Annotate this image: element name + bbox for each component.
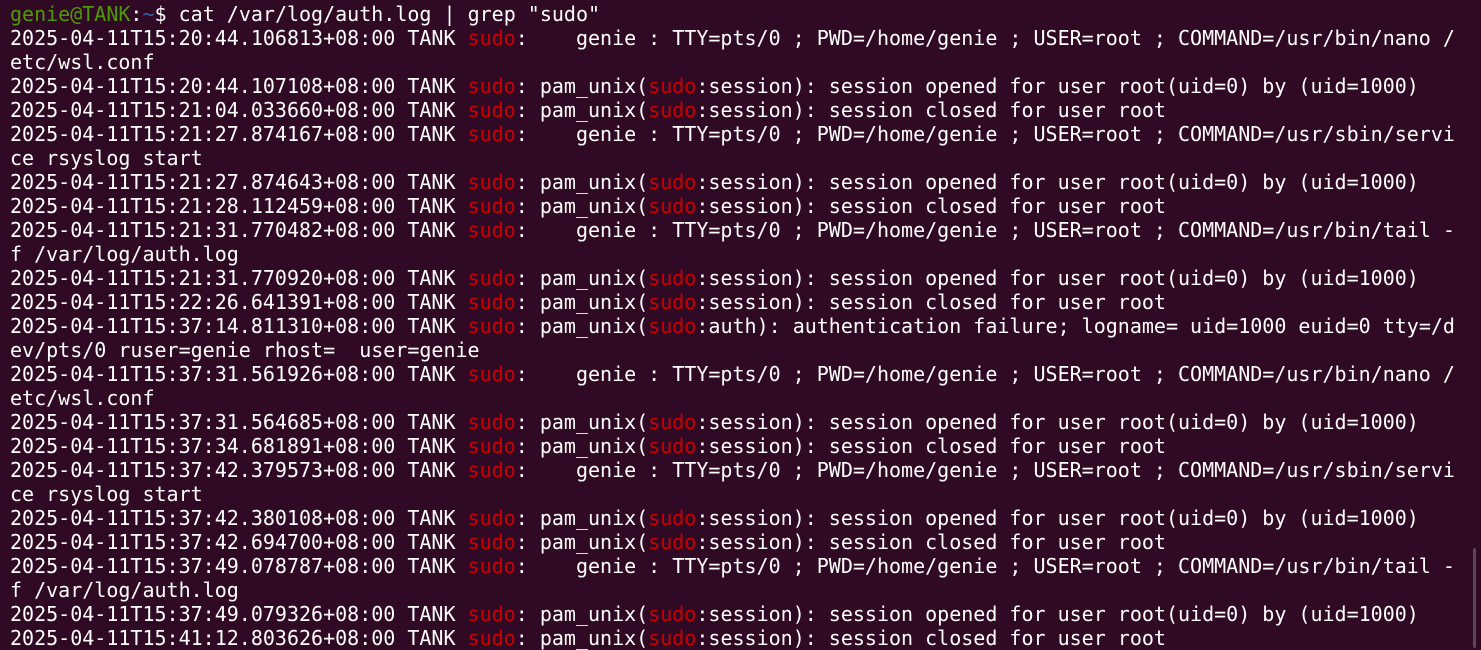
grep-match: sudo: [648, 434, 697, 458]
log-line: 2025-04-11T15:21:31.770920+08:00 TANK su…: [10, 266, 1419, 290]
grep-match: sudo: [648, 194, 697, 218]
scrollbar-thumb[interactable]: [1473, 548, 1476, 648]
log-line: 2025-04-11T15:37:42.379573+08:00 TANK su…: [10, 458, 1455, 482]
log-line: 2025-04-11T15:37:34.681891+08:00 TANK su…: [10, 434, 1166, 458]
log-line: 2025-04-11T15:37:49.078787+08:00 TANK su…: [10, 554, 1455, 578]
grep-match: sudo: [467, 434, 516, 458]
grep-match: sudo: [648, 74, 697, 98]
log-line: 2025-04-11T15:22:26.641391+08:00 TANK su…: [10, 290, 1166, 314]
log-line: f /var/log/auth.log: [10, 242, 239, 266]
prompt-colon: :: [130, 2, 143, 26]
log-line: 2025-04-11T15:21:27.874643+08:00 TANK su…: [10, 170, 1419, 194]
grep-match: sudo: [467, 410, 516, 434]
log-line: 2025-04-11T15:21:28.112459+08:00 TANK su…: [10, 194, 1166, 218]
log-line: 2025-04-11T15:37:42.380108+08:00 TANK su…: [10, 506, 1419, 530]
grep-match: sudo: [648, 314, 697, 338]
terminal-window[interactable]: genie@TANK:~$ cat /var/log/auth.log | gr…: [0, 0, 1481, 650]
grep-match: sudo: [467, 218, 516, 242]
log-line: etc/wsl.conf: [10, 50, 155, 74]
log-line: 2025-04-11T15:21:04.033660+08:00 TANK su…: [10, 98, 1166, 122]
grep-match: sudo: [467, 170, 516, 194]
grep-match: sudo: [467, 458, 516, 482]
grep-match: sudo: [467, 530, 516, 554]
grep-match: sudo: [467, 362, 516, 386]
grep-match: sudo: [467, 122, 516, 146]
grep-match: sudo: [648, 626, 697, 650]
log-line: 2025-04-11T15:20:44.107108+08:00 TANK su…: [10, 74, 1419, 98]
prompt-user-host: genie@TANK: [10, 2, 131, 26]
prompt-line: genie@TANK:~$ cat /var/log/auth.log | gr…: [10, 2, 1481, 26]
log-line: 2025-04-11T15:41:12.803626+08:00 TANK su…: [10, 626, 1166, 650]
grep-match: sudo: [467, 74, 516, 98]
grep-match: sudo: [467, 266, 516, 290]
grep-match: sudo: [648, 602, 697, 626]
log-line: 2025-04-11T15:21:27.874167+08:00 TANK su…: [10, 122, 1455, 146]
log-line: f /var/log/auth.log: [10, 578, 239, 602]
prompt-path: ~: [142, 2, 155, 26]
grep-match: sudo: [648, 530, 697, 554]
log-line: ce rsyslog start: [10, 482, 203, 506]
grep-match: sudo: [648, 266, 697, 290]
log-line: ce rsyslog start: [10, 146, 203, 170]
grep-match: sudo: [467, 290, 516, 314]
log-line: 2025-04-11T15:37:42.694700+08:00 TANK su…: [10, 530, 1166, 554]
grep-match: sudo: [648, 170, 697, 194]
log-line: etc/wsl.conf: [10, 386, 155, 410]
log-line: 2025-04-11T15:37:31.564685+08:00 TANK su…: [10, 410, 1419, 434]
log-line: 2025-04-11T15:37:14.811310+08:00 TANK su…: [10, 314, 1455, 338]
grep-match: sudo: [467, 554, 516, 578]
log-line: 2025-04-11T15:37:49.079326+08:00 TANK su…: [10, 602, 1419, 626]
log-line: 2025-04-11T15:21:31.770482+08:00 TANK su…: [10, 218, 1455, 242]
grep-match: sudo: [648, 410, 697, 434]
grep-match: sudo: [467, 626, 516, 650]
grep-match: sudo: [467, 314, 516, 338]
grep-match: sudo: [467, 194, 516, 218]
grep-match: sudo: [467, 506, 516, 530]
log-line: 2025-04-11T15:20:44.106813+08:00 TANK su…: [10, 26, 1455, 50]
grep-match: sudo: [648, 290, 697, 314]
prompt-symbol: $: [154, 2, 179, 26]
grep-match: sudo: [467, 98, 516, 122]
log-line: 2025-04-11T15:37:31.561926+08:00 TANK su…: [10, 362, 1455, 386]
prompt-command: cat /var/log/auth.log | grep "sudo": [178, 2, 601, 26]
log-line: ev/pts/0 ruser=genie rhost= user=genie: [10, 338, 480, 362]
grep-match: sudo: [467, 602, 516, 626]
grep-match: sudo: [648, 98, 697, 122]
terminal-output: 2025-04-11T15:20:44.106813+08:00 TANK su…: [10, 26, 1481, 650]
grep-match: sudo: [648, 506, 697, 530]
grep-match: sudo: [467, 26, 516, 50]
